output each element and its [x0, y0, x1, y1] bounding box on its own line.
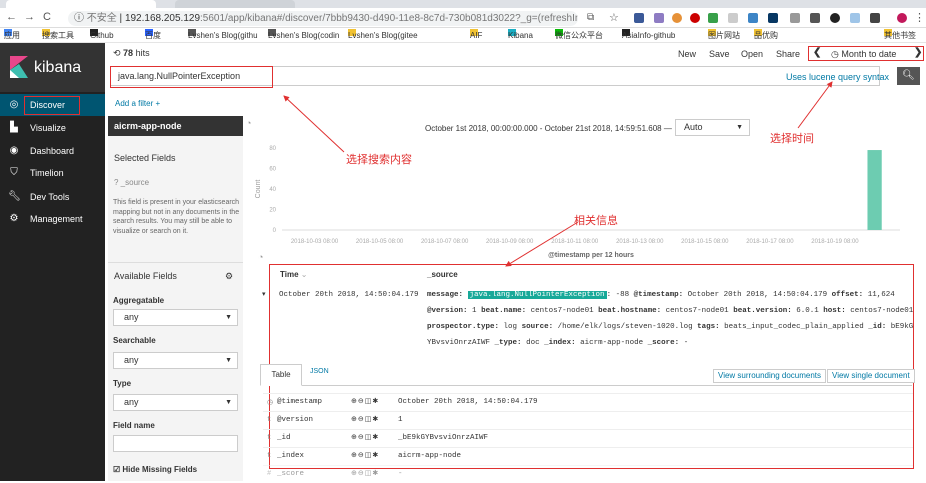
field-row: t _index ⊕⊖◫✱ aicrm-app-node	[263, 447, 913, 465]
tab-divider	[302, 385, 912, 386]
field-actions[interactable]: ⊕⊖◫✱	[351, 415, 379, 424]
source-line: message: java.lang.NullPointerException:…	[427, 291, 895, 299]
field-row: ◷ @timestamp ⊕⊖◫✱ October 20th 2018, 14:50:…	[263, 393, 913, 411]
field-row: # _score ⊕⊖◫✱ -	[263, 465, 913, 483]
tab-table[interactable]: Table	[260, 364, 302, 386]
annotation-arrow-info	[505, 221, 579, 267]
source-line: prospector.type: log source: /home/elk/l…	[427, 323, 914, 331]
view-surrounding-button[interactable]: View surrounding documents	[713, 369, 827, 383]
field-row: t _id ⊕⊖◫✱ _bE9kGYBvsviOnrzAIWF	[263, 429, 913, 447]
field-actions[interactable]: ⊕⊖◫✱	[351, 397, 379, 406]
source-line: @version: 1 beat.name: centos7-node01 be…	[427, 307, 914, 315]
field-actions[interactable]: ⊕⊖◫✱	[351, 469, 379, 478]
field-row: t @version ⊕⊖◫✱ 1	[263, 411, 913, 429]
highlight-match: java.lang.NullPointerException	[467, 291, 607, 299]
collapse-icon[interactable]: ◔	[258, 252, 263, 262]
field-actions[interactable]: ⊕⊖◫✱	[351, 451, 379, 460]
expand-icon[interactable]: ▾	[262, 290, 266, 298]
tab-json[interactable]: JSON	[310, 368, 329, 375]
source-column-header: _source	[427, 270, 458, 279]
time-column-header[interactable]: Time ⌄	[280, 270, 307, 279]
view-single-button[interactable]: View single document	[827, 369, 915, 383]
row-time: October 20th 2018, 14:50:04.179	[279, 291, 419, 299]
field-actions[interactable]: ⊕⊖◫✱	[351, 433, 379, 442]
annotation-arrow-time	[797, 81, 833, 129]
source-line: YBvsviOnrzAIWF _type: doc _index: aicrm-…	[427, 339, 689, 347]
annotation-arrow-search	[283, 95, 345, 153]
